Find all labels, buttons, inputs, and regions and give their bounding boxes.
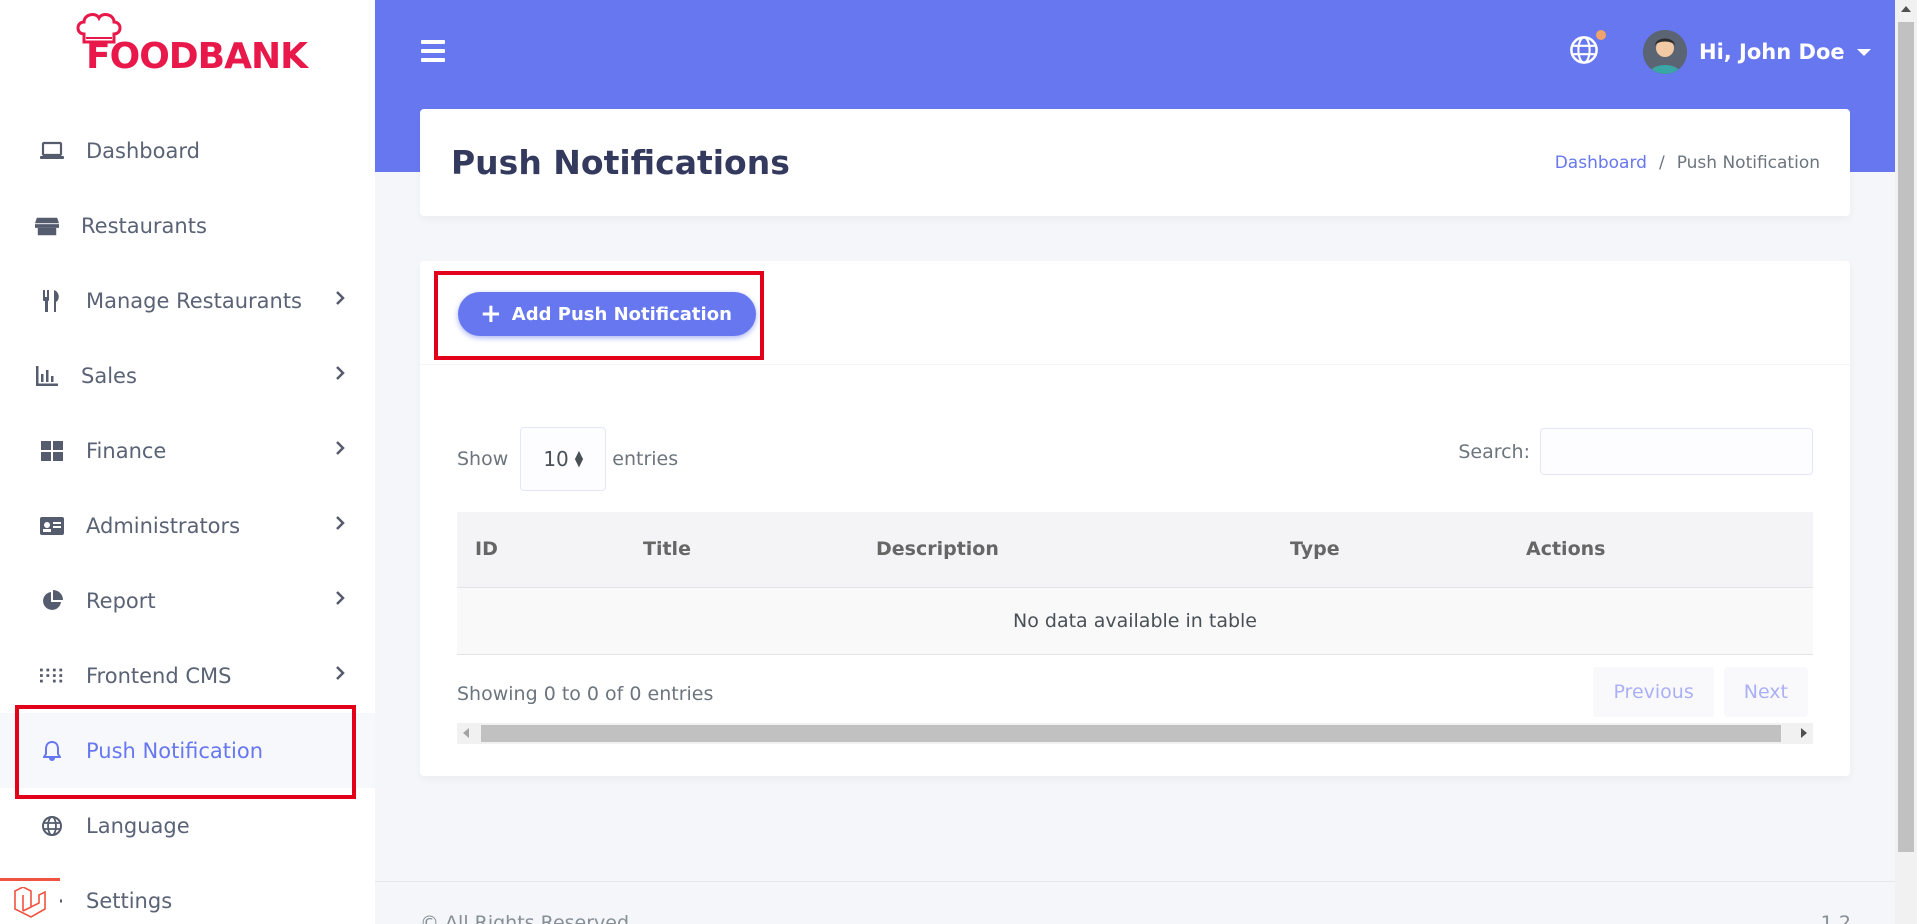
sidebar-item-finance[interactable]: Finance	[0, 413, 375, 488]
sidebar-item-label: Frontend CMS	[86, 663, 232, 688]
scroll-up-icon[interactable]	[1901, 6, 1911, 12]
chevron-right-icon	[335, 665, 345, 685]
scroll-right-icon[interactable]	[1801, 728, 1807, 738]
globe-icon	[40, 814, 64, 838]
sidebar-item-label: Dashboard	[86, 138, 200, 163]
utensils-icon	[40, 289, 64, 313]
scrollbar-thumb[interactable]	[1898, 22, 1914, 852]
table-search: Search:	[1458, 428, 1813, 475]
page-length-control: Show 10 ▲ ▼ entries	[457, 427, 678, 491]
grid-icon	[40, 439, 64, 463]
menu-toggle-icon[interactable]	[421, 40, 445, 62]
sidebar-item-manage-restaurants[interactable]: Manage Restaurants	[0, 263, 375, 338]
store-icon	[35, 214, 59, 238]
dots-grid-icon	[40, 664, 64, 688]
avatar	[1643, 30, 1687, 74]
chevron-right-icon	[335, 290, 345, 310]
language-globe-icon[interactable]	[1570, 36, 1598, 68]
section-header: Push Notifications Dashboard / Push Noti…	[420, 109, 1850, 216]
table-empty-row: No data available in table	[457, 588, 1813, 655]
entries-label: entries	[612, 448, 679, 470]
table-header-row: ID Title Description Type Actions	[457, 512, 1813, 588]
notifications-table: ID Title Description Type Actions No dat…	[457, 512, 1813, 655]
next-page-button[interactable]: Next	[1723, 667, 1808, 717]
footer-copyright: © All Rights Reserved	[420, 912, 630, 924]
column-header-type[interactable]: Type	[1290, 538, 1340, 560]
scrollbar-thumb[interactable]	[481, 725, 1781, 742]
scroll-left-icon[interactable]	[463, 728, 469, 738]
sidebar-item-label: Report	[86, 588, 156, 613]
sidebar-item-label: Administrators	[86, 513, 241, 538]
page-length-select[interactable]: 10 ▲ ▼	[520, 427, 607, 491]
notification-dot	[1596, 30, 1606, 40]
breadcrumb-separator: /	[1658, 153, 1665, 173]
sort-arrows-icon: ▲ ▼	[574, 448, 584, 469]
breadcrumb-dashboard-link[interactable]: Dashboard	[1555, 153, 1647, 173]
vertical-scrollbar[interactable]	[1895, 0, 1917, 924]
column-header-actions[interactable]: Actions	[1526, 538, 1605, 560]
chevron-right-icon	[335, 365, 345, 385]
footer-version: 1.2	[1820, 912, 1851, 924]
sidebar-item-dashboard[interactable]: Dashboard	[0, 113, 375, 188]
pie-chart-icon	[40, 589, 64, 613]
sidebar-item-frontend-cms[interactable]: Frontend CMS	[0, 638, 375, 713]
sidebar-item-label: Settings	[86, 888, 173, 913]
user-greeting: Hi, John Doe	[1699, 40, 1845, 64]
pagination: Previous Next	[1593, 667, 1808, 717]
sidebar-item-restaurants[interactable]: Restaurants	[0, 188, 375, 263]
breadcrumb-current: Push Notification	[1676, 153, 1820, 173]
laravel-icon[interactable]	[0, 878, 60, 924]
show-label: Show	[457, 448, 509, 470]
sidebar-item-label: Sales	[81, 363, 137, 388]
sidebar-item-language[interactable]: Language	[0, 788, 375, 863]
table-info: Showing 0 to 0 of 0 entries	[457, 683, 714, 705]
footer: © All Rights Reserved 1.2	[375, 881, 1895, 924]
sidebar-item-label: Language	[86, 813, 190, 838]
sidebar-item-report[interactable]: Report	[0, 563, 375, 638]
column-header-title[interactable]: Title	[643, 538, 691, 560]
search-label: Search:	[1458, 440, 1530, 463]
user-menu[interactable]: Hi, John Doe	[1643, 30, 1871, 74]
sidebar-nav: Dashboard Restaurants Manage Restaurants…	[0, 113, 375, 924]
search-input[interactable]	[1540, 428, 1813, 475]
column-header-id[interactable]: ID	[475, 538, 498, 560]
breadcrumb: Dashboard / Push Notification	[1555, 153, 1820, 173]
caret-down-icon	[1856, 48, 1871, 56]
chevron-right-icon	[335, 515, 345, 535]
chevron-right-icon	[335, 440, 345, 460]
empty-message: No data available in table	[1013, 610, 1257, 632]
sidebar-item-label: Restaurants	[81, 213, 207, 238]
page-length-value: 10	[543, 447, 569, 471]
sidebar-item-label: Finance	[86, 438, 167, 463]
foodbank-logo[interactable]: FOODBANK	[72, 12, 308, 84]
sidebar-item-label: Manage Restaurants	[86, 288, 302, 313]
logo-text: FOODBANK	[86, 36, 308, 77]
chevron-right-icon	[335, 590, 345, 610]
laptop-icon	[40, 139, 64, 163]
sidebar-item-administrators[interactable]: Administrators	[0, 488, 375, 563]
highlight-box-sidebar	[15, 705, 356, 799]
previous-page-button[interactable]: Previous	[1593, 667, 1714, 717]
id-card-icon	[40, 514, 64, 538]
column-header-description[interactable]: Description	[876, 538, 999, 560]
highlight-box-add-button	[434, 271, 764, 360]
horizontal-scrollbar[interactable]	[457, 723, 1813, 744]
chart-bar-icon	[35, 364, 59, 388]
sidebar-item-sales[interactable]: Sales	[0, 338, 375, 413]
page-title: Push Notifications	[451, 143, 790, 182]
